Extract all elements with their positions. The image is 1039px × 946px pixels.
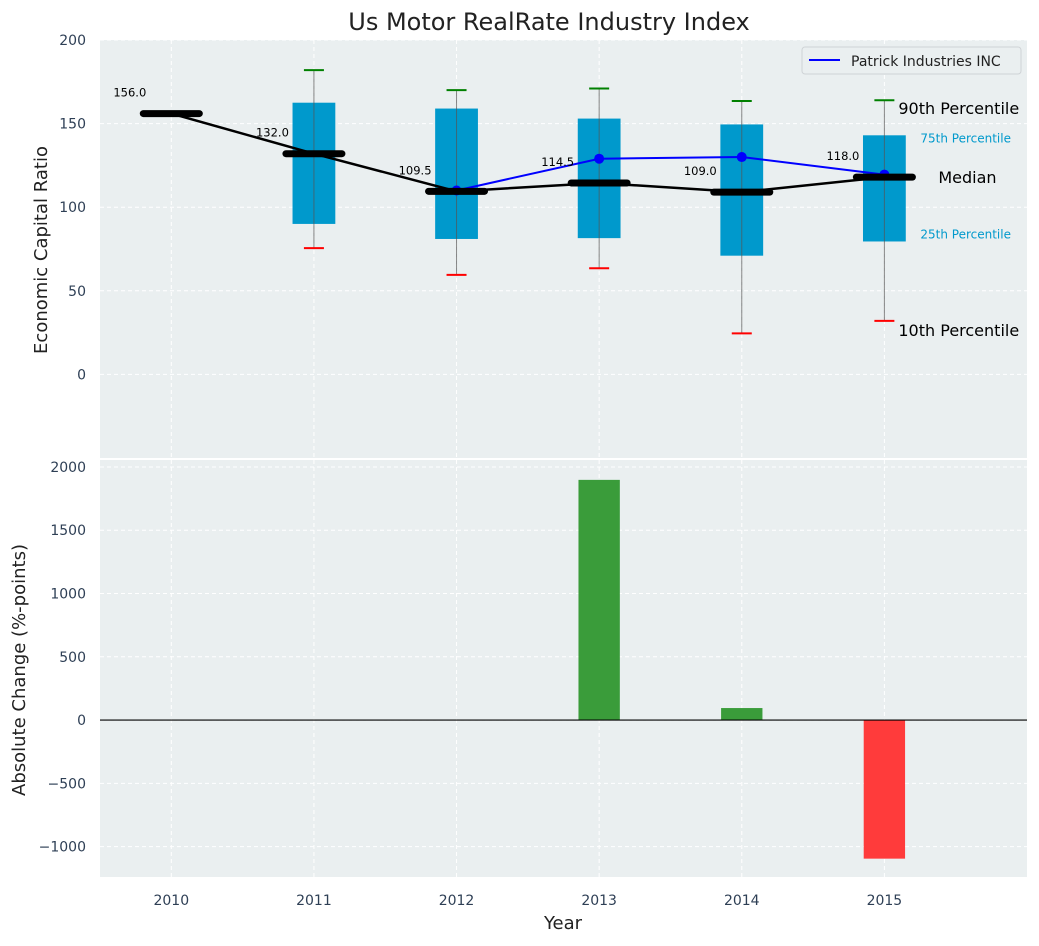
chart-title: Us Motor RealRate Industry Index bbox=[348, 8, 750, 36]
bottom-y-tick-label: 2000 bbox=[50, 460, 86, 476]
median-value-label: 109.0 bbox=[684, 164, 717, 178]
legend: Patrick Industries INC bbox=[801, 46, 1022, 75]
x-axis-label: Year bbox=[543, 913, 583, 934]
x-tick-label: 2012 bbox=[439, 893, 475, 909]
x-tick-label: 2013 bbox=[581, 893, 617, 909]
change-bar bbox=[578, 479, 620, 721]
bottom-y-tick-label: −500 bbox=[48, 776, 86, 792]
annotation-p25: 25th Percentile bbox=[920, 227, 1011, 241]
patrick-series-point bbox=[736, 152, 747, 163]
median-value-label: 132.0 bbox=[256, 126, 289, 140]
change-bar bbox=[721, 708, 763, 721]
annotation-p75: 75th Percentile bbox=[920, 131, 1011, 145]
top-y-tick-label: 50 bbox=[68, 284, 86, 300]
change-bar bbox=[863, 720, 906, 859]
top-y-tick-label: 200 bbox=[59, 33, 86, 49]
annotation-median: Median bbox=[938, 168, 996, 187]
median-value-label: 156.0 bbox=[113, 86, 146, 100]
median-value-label: 114.5 bbox=[541, 155, 574, 169]
x-tick-label: 2014 bbox=[724, 893, 760, 909]
top-y-tick-label: 0 bbox=[77, 367, 86, 383]
bottom-y-tick-label: −1000 bbox=[39, 840, 86, 856]
x-tick-label: 2010 bbox=[153, 893, 189, 909]
chart-figure: Us Motor RealRate Industry Index 0 50 100 1… bbox=[9, 8, 1027, 934]
annotation-p10: 10th Percentile bbox=[898, 321, 1019, 340]
patrick-series-point bbox=[594, 153, 605, 164]
top-y-tick-label: 150 bbox=[59, 117, 86, 133]
top-plot-area bbox=[100, 40, 1027, 458]
bottom-y-tick-label: 1000 bbox=[50, 587, 86, 603]
median-value-label: 118.0 bbox=[826, 149, 859, 163]
bottom-y-tick-label: 1500 bbox=[50, 523, 86, 539]
x-tick-label: 2011 bbox=[296, 893, 332, 909]
median-value-label: 109.5 bbox=[399, 163, 432, 177]
annotation-p90: 90th Percentile bbox=[898, 99, 1019, 118]
bottom-y-tick-label: 0 bbox=[77, 713, 86, 729]
legend-label-patrick: Patrick Industries INC bbox=[851, 54, 1001, 70]
bottom-y-tick-label: 500 bbox=[59, 650, 86, 666]
bottom-y-axis-label: Absolute Change (%-points) bbox=[9, 544, 30, 796]
top-y-tick-label: 100 bbox=[59, 200, 86, 216]
top-y-axis-label: Economic Capital Ratio bbox=[31, 146, 52, 354]
x-tick-label: 2015 bbox=[867, 893, 903, 909]
